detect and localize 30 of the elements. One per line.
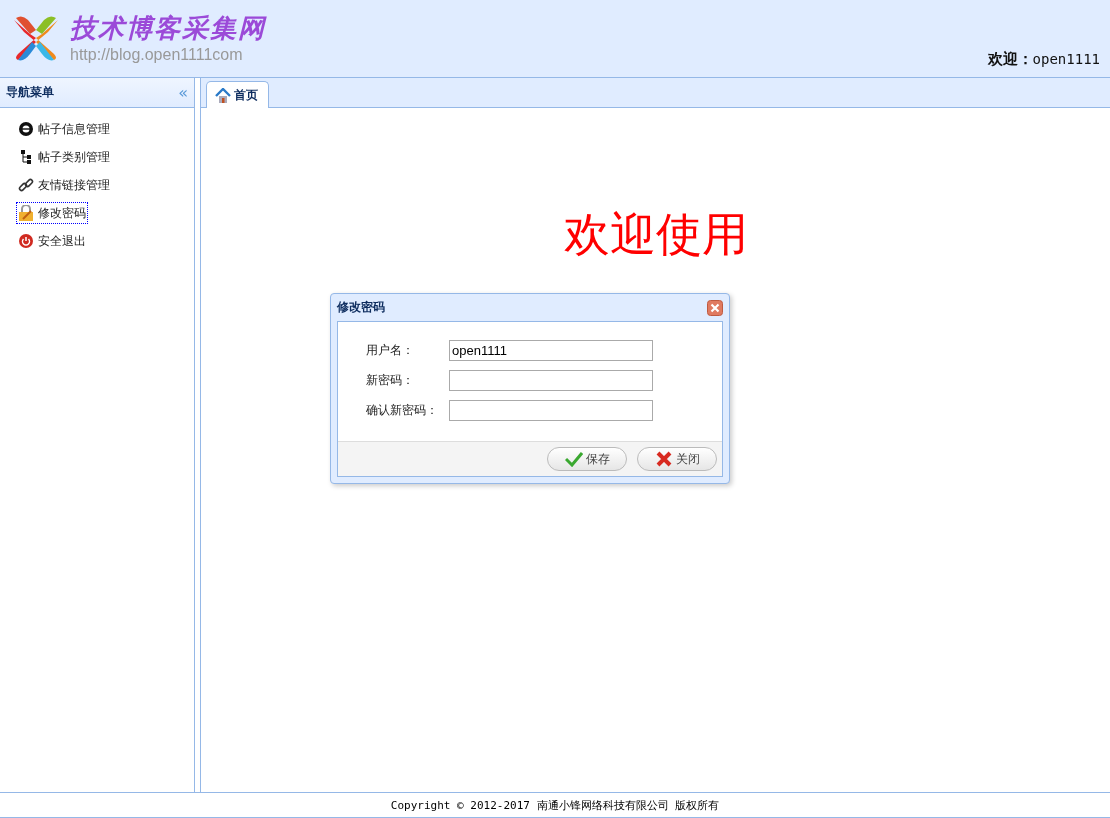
- nav-menu-item[interactable]: 友情链接管理: [16, 174, 112, 196]
- save-button[interactable]: 保存: [547, 447, 627, 471]
- sidebar-title: 导航菜单: [6, 84, 54, 101]
- input-field[interactable]: [449, 400, 653, 421]
- nav-menu-item[interactable]: 修改密码: [16, 202, 88, 224]
- input-field[interactable]: [449, 370, 653, 391]
- house-icon: [215, 87, 231, 103]
- site-title: 技术博客采集网: [70, 12, 266, 45]
- site-url: http://blog.open1111com: [70, 46, 244, 64]
- input-field[interactable]: open1111: [449, 340, 653, 361]
- nav-menu-item[interactable]: 安全退出: [16, 230, 88, 252]
- tree-icon: [18, 149, 34, 165]
- circle-letter-icon: [18, 121, 34, 137]
- welcome-user-text: 欢迎：open1111: [987, 50, 1100, 69]
- field-label: 确认新密码：: [366, 402, 439, 419]
- close-button[interactable]: 关闭: [637, 447, 717, 471]
- nav-menu-item[interactable]: 帖子类别管理: [16, 146, 112, 168]
- home-tab[interactable]: 首页: [206, 81, 269, 108]
- lock-pencil-icon: [18, 205, 34, 221]
- close-icon[interactable]: [707, 299, 723, 316]
- check-icon: [564, 451, 583, 467]
- power-icon: [18, 233, 34, 249]
- cross-icon: [654, 451, 673, 467]
- link-icon: [18, 177, 34, 193]
- nav-menu-item[interactable]: 帖子信息管理: [16, 118, 112, 140]
- field-label: 新密码：: [366, 372, 415, 389]
- dialog-title: 修改密码: [337, 299, 385, 316]
- field-label: 用户名：: [366, 342, 415, 359]
- welcome-heading: 欢迎使用: [563, 206, 748, 263]
- copyright-text: Copyright © 2012-2017 南通小锋网络科技有限公司 版权所有: [390, 797, 720, 813]
